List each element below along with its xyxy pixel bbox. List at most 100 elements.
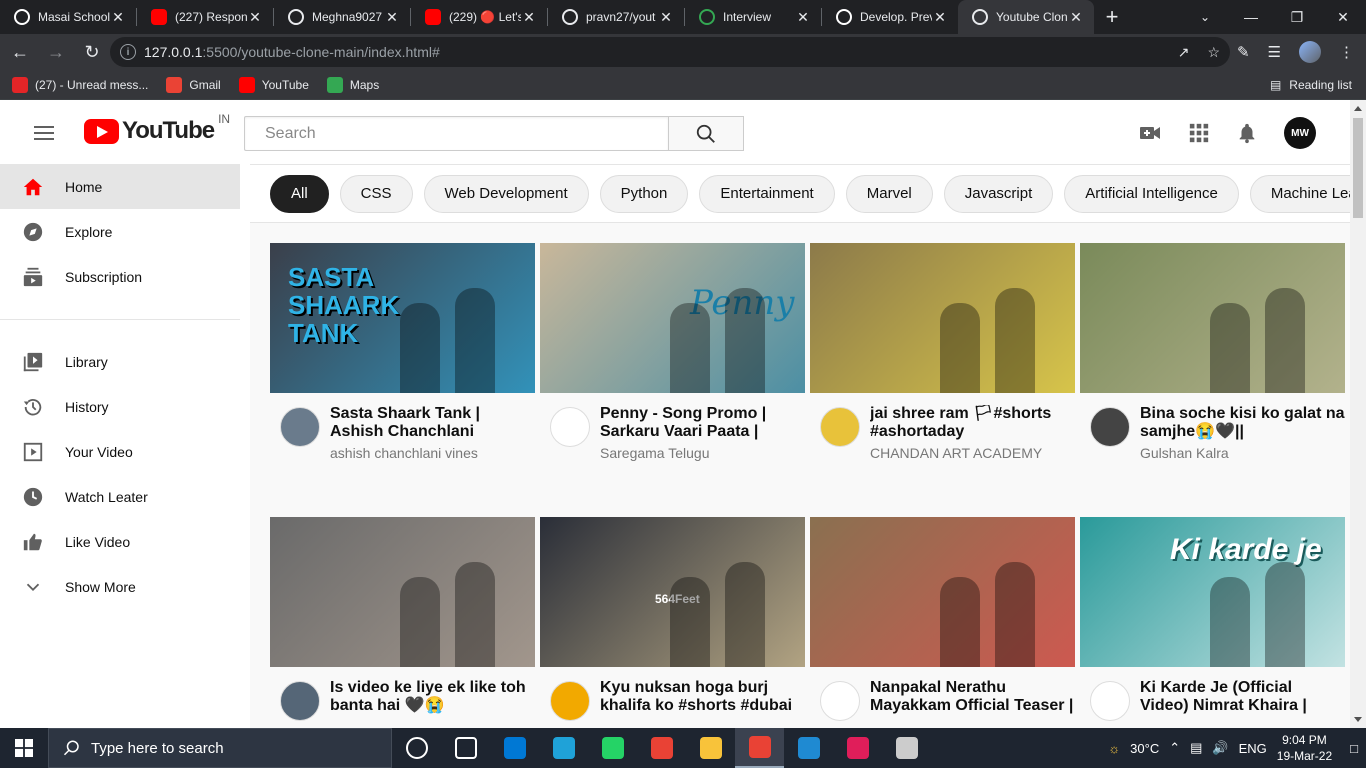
notifications-icon[interactable]: □ [1350,741,1358,756]
bookmark-item[interactable]: YouTube [238,76,309,93]
video-title[interactable]: Is video ke liye ek like toh banta hai 🖤… [330,679,535,715]
close-window-button[interactable]: ✕ [1320,0,1366,34]
video-thumbnail[interactable]: SASTA SHAARK TANK [270,243,535,393]
language-indicator[interactable]: ENG [1239,741,1267,756]
video-thumbnail[interactable]: Penny [540,243,805,393]
video-card[interactable]: jai shree ram 🏳#shorts #ashortaday CHANDA… [810,243,1075,461]
browser-tab[interactable]: Masai School ✕ [0,0,136,34]
channel-avatar[interactable] [1090,681,1130,721]
video-thumbnail[interactable]: Ki karde je [1080,517,1345,667]
channel-avatar[interactable] [550,681,590,721]
channel-name[interactable]: ashish chanchlani vines [330,445,535,461]
tab-search-icon[interactable]: ⌄ [1190,0,1220,34]
bookmark-star-icon[interactable]: ☆ [1207,44,1220,61]
channel-avatar[interactable] [820,681,860,721]
create-video-icon[interactable] [1138,121,1162,145]
browser-tab[interactable]: Interview ✕ [685,0,821,34]
sidebar-item-library[interactable]: Library [0,339,240,384]
chip-artificial-intelligence[interactable]: Artificial Intelligence [1064,174,1239,213]
close-tab-icon[interactable]: ✕ [247,9,263,26]
maximize-button[interactable]: ❐ [1274,0,1320,34]
video-title[interactable]: Ki Karde Je (Official Video) Nimrat Khai… [1140,679,1345,715]
chip-css[interactable]: CSS [339,174,413,213]
back-button[interactable]: ← [4,36,36,68]
address-bar[interactable]: i 127.0.0.1:5500/youtube-clone-main/inde… [110,37,1230,67]
channel-avatar[interactable] [280,407,320,447]
site-info-icon[interactable]: i [120,44,136,60]
reading-list[interactable]: ▤ Reading list [1270,78,1352,92]
video-thumbnail[interactable] [1080,243,1345,393]
minimize-button[interactable]: — [1228,0,1274,34]
search-input[interactable]: Search [244,116,668,151]
file-explorer-taskbar-button[interactable] [686,728,735,768]
edge-taskbar-button[interactable] [539,728,588,768]
sidebar-item-subscription[interactable]: Subscription [0,254,240,299]
chip-python[interactable]: Python [599,174,689,213]
close-tab-icon[interactable]: ✕ [110,9,126,26]
snipping-taskbar-button[interactable] [882,728,931,768]
browser-tab[interactable]: (229) 🔴 Let's ✕ [411,0,547,34]
close-tab-icon[interactable]: ✕ [658,9,674,26]
page-scrollbar[interactable] [1350,100,1366,728]
network-icon[interactable]: ▤ [1190,740,1202,756]
profile-avatar[interactable] [1299,41,1321,63]
channel-name[interactable]: Gulshan Kalra [1140,445,1345,461]
channel-avatar[interactable] [820,407,860,447]
video-card[interactable]: Penny Penny - Song Promo | Sarkaru Vaari … [540,243,805,461]
close-tab-icon[interactable]: ✕ [795,9,811,26]
sidebar-item-history[interactable]: History [0,384,240,429]
video-title[interactable]: Penny - Song Promo | Sarkaru Vaari Paata… [600,405,805,441]
new-tab-button[interactable]: + [1094,0,1130,34]
media-control-icon[interactable]: ☰ [1268,43,1281,61]
video-card[interactable]: Ki karde je Ki Karde Je (Official Video) … [1080,517,1345,721]
video-title[interactable]: Sasta Shaark Tank | Ashish Chanchlani [330,405,535,441]
vscode-taskbar-button[interactable] [784,728,833,768]
video-card[interactable]: Bina soche kisi ko galat na samjhe😭🖤|| Gu… [1080,243,1345,461]
search-button[interactable] [668,116,744,151]
video-thumbnail[interactable]: 564Feet [540,517,805,667]
sidebar-item-explore[interactable]: Explore [0,209,240,254]
video-thumbnail[interactable] [270,517,535,667]
close-tab-icon[interactable]: ✕ [384,9,400,26]
store-taskbar-button[interactable] [490,728,539,768]
cortana-taskbar-button[interactable] [392,728,441,768]
scroll-down-icon[interactable] [1354,717,1362,722]
video-title[interactable]: Nanpakal Nerathu Mayakkam Official Tease… [870,679,1075,715]
weather-icon[interactable]: ☼ [1108,741,1120,756]
chip-marvel[interactable]: Marvel [845,174,933,213]
task-view-taskbar-button[interactable] [441,728,490,768]
chip-all[interactable]: All [270,174,329,213]
menu-icon[interactable]: ⋮ [1339,43,1354,61]
video-thumbnail[interactable] [810,517,1075,667]
browser-tab[interactable]: Youtube Clon ✕ [958,0,1094,34]
channel-name[interactable]: Saregama Telugu [600,445,805,461]
video-card[interactable]: Is video ke liye ek like toh banta hai 🖤… [270,517,535,721]
scroll-up-icon[interactable] [1354,106,1362,111]
chip-machine-lea[interactable]: Machine Lea [1249,174,1350,213]
browser-tab[interactable]: (227) Response✕ [137,0,273,34]
bookmark-item[interactable]: Maps [326,76,379,93]
hamburger-menu-icon[interactable] [34,126,54,140]
video-thumbnail[interactable] [810,243,1075,393]
tray-chevron-icon[interactable]: ⌃ [1169,740,1180,756]
channel-avatar[interactable] [280,681,320,721]
chrome-taskbar-button[interactable] [637,728,686,768]
video-card[interactable]: Nanpakal Nerathu Mayakkam Official Tease… [810,517,1075,721]
youtube-logo[interactable]: YouTube IN [84,112,230,145]
taskbar-search[interactable]: Type here to search [48,728,392,768]
sidebar-item-watch-leater[interactable]: Watch Leater [0,474,240,519]
browser-tab[interactable]: pravn27/yout ✕ [548,0,684,34]
bookmark-item[interactable]: (27) - Unread mess... [12,76,148,93]
bookmark-item[interactable]: Gmail [166,76,221,93]
notifications-bell-icon[interactable] [1236,122,1258,144]
reload-button[interactable]: ↻ [76,36,108,68]
chip-entertainment[interactable]: Entertainment [699,174,835,213]
apps-grid-icon[interactable] [1188,122,1210,144]
clock[interactable]: 9:04 PM 19-Mar-22 [1277,732,1332,764]
temperature[interactable]: 30°C [1130,741,1159,756]
video-card[interactable]: 564Feet Kyu nuksan hoga burj khalifa ko #… [540,517,805,721]
chip-web-development[interactable]: Web Development [423,174,589,213]
channel-name[interactable]: CHANDAN ART ACADEMY [870,445,1075,461]
video-title[interactable]: Kyu nuksan hoga burj khalifa ko #shorts … [600,679,805,715]
slack-taskbar-button[interactable] [833,728,882,768]
